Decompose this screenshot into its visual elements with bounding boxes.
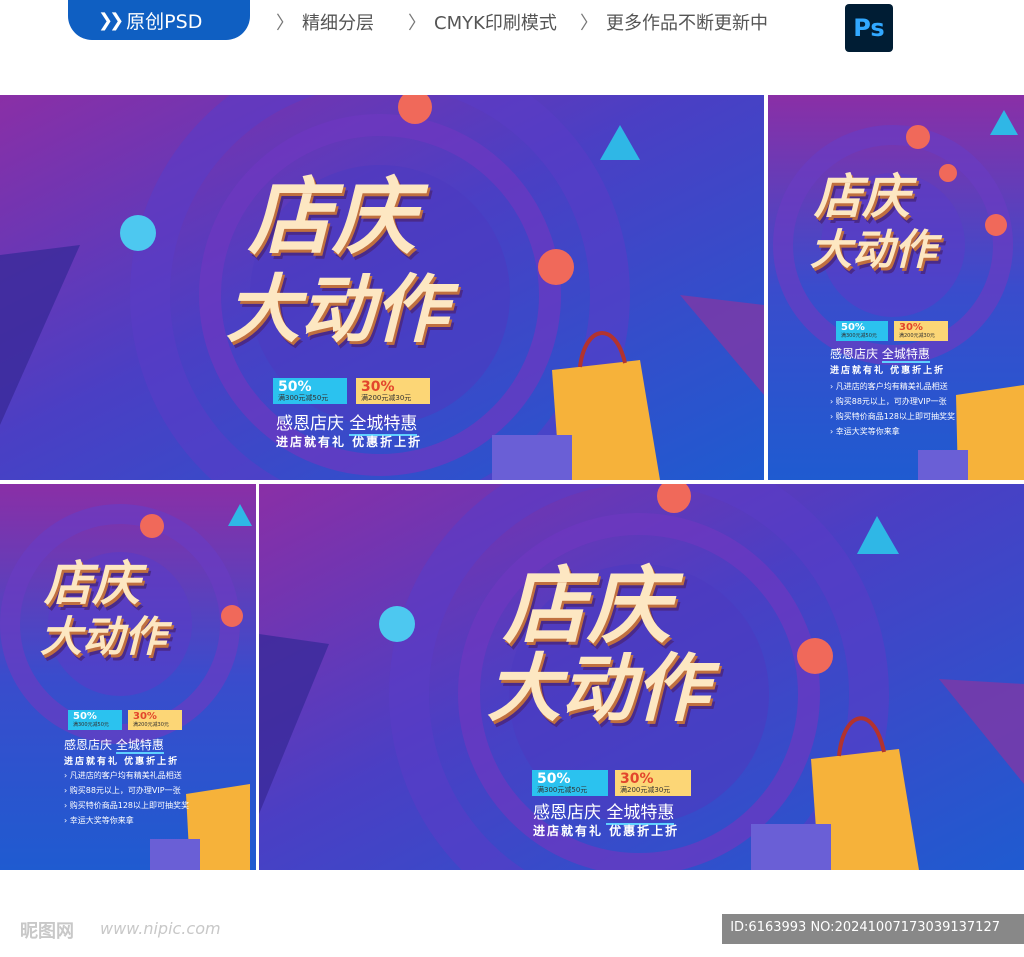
bullet-item: › 幸运大奖等你来拿 [830, 427, 900, 436]
coupon-pct: 50% [841, 322, 865, 333]
nipic-url: www.nipic.com [100, 919, 221, 938]
nipic-logo: 昵图网 [20, 921, 74, 942]
subline: 进店就有礼 优惠折上折 [533, 824, 680, 838]
coupon-text: 满200元减30元 [899, 332, 935, 339]
coupon-50: 50% 满300元减50元 [532, 770, 608, 797]
coupon-pct: 50% [537, 771, 571, 787]
poster-landscape-2: 店庆 大动作 50% 满300元减50元 30% 满200元减30元 感恩店庆 … [259, 484, 1024, 870]
top-banner: ❯❯ 原创PSD 〉 精细分层 〉 CMYK印刷模式 〉 更多作品不断更新中 P… [0, 0, 1024, 60]
feature-cmyk: 〉 CMYK印刷模式 [408, 9, 557, 35]
bullet-item: › 购买88元以上，可办理VIP一张 [830, 397, 947, 406]
coupon-text: 满200元减30元 [133, 721, 169, 728]
title-line1: 店庆 [503, 557, 672, 655]
coupon-text: 满300元减50元 [841, 332, 877, 339]
slogan-a: 感恩店庆 [276, 414, 344, 434]
bullet-item: › 凡进店的客户均有精美礼品相送 [64, 771, 182, 780]
coupon-50: 50% 满300元减50元 [836, 321, 888, 341]
title-line2: 大动作 [487, 646, 709, 732]
bullet-item: › 凡进店的客户均有精美礼品相送 [830, 382, 948, 391]
title-line2: 大动作 [40, 612, 167, 661]
title-line2: 大动作 [226, 267, 448, 353]
chevron-right-icon: 〉 [408, 13, 426, 34]
coupon-text: 满300元减50元 [537, 785, 588, 794]
title-line1: 店庆 [814, 169, 911, 225]
image-id-label: ID:6163993 NO:20241007173039137127 [722, 914, 1024, 944]
slogan: 感恩店庆 全城特惠 [64, 736, 164, 754]
coupon-30: 30% 满200元减30元 [615, 770, 691, 797]
bullet-item: › 购买特价商品128以上即可抽奖奖 [830, 412, 956, 421]
feature-label: 精细分层 [302, 13, 374, 34]
slogan: 感恩店庆 全城特惠 [276, 409, 418, 436]
slogan-a: 感恩店庆 [533, 803, 601, 823]
slogan-a: 感恩店庆 [64, 738, 113, 752]
bullet-item: › 幸运大奖等你来拿 [64, 816, 134, 825]
coupon-pct: 30% [361, 379, 395, 395]
coupon-text: 满300元减50元 [73, 721, 109, 728]
chevron-right-icon: 〉 [276, 13, 294, 34]
coupon-pct: 30% [620, 771, 654, 787]
coupon-pct: 50% [73, 711, 97, 722]
title-line1: 店庆 [248, 168, 417, 266]
feature-more: 〉 更多作品不断更新中 [580, 9, 768, 35]
bullet-item: › 购买特价商品128以上即可抽奖奖 [64, 801, 190, 810]
coupon-pct: 30% [133, 711, 157, 722]
title-line2: 大动作 [810, 225, 937, 274]
coupon-30: 30% 满200元减30元 [356, 378, 430, 405]
poster-portrait-2: 店庆 大动作 50% 满300元减50元 30% 满200元减30元 感恩店庆 … [0, 484, 256, 870]
coupon-pct: 30% [899, 322, 923, 333]
poster-portrait-1: 店庆 大动作 50% 满300元减50元 30% 满200元减30元 感恩店庆 … [768, 95, 1024, 480]
coupon-50: 50% 满300元减50元 [273, 378, 347, 405]
coupon-text: 满200元减30元 [361, 393, 412, 402]
subline: 进店就有礼 优惠折上折 [830, 366, 946, 376]
coupon-50: 50% 满300元减50元 [68, 710, 122, 730]
title-line1: 店庆 [44, 556, 141, 612]
poster-landscape-1: 店庆 大动作 50% 满300元减50元 30% 满200元减30元 感恩店庆 … [0, 95, 764, 480]
coupon-30: 30% 满200元减30元 [128, 710, 182, 730]
double-chevron-icon: ❯❯ [98, 9, 124, 31]
chevron-right-icon: 〉 [580, 13, 598, 34]
badge-label: 原创PSD [126, 10, 203, 33]
photoshop-icon: Ps [845, 4, 893, 52]
coupon-pct: 50% [278, 379, 312, 395]
subline: 进店就有礼 优惠折上折 [64, 757, 180, 767]
coupon-30: 30% 满200元减30元 [894, 321, 948, 341]
feature-label: CMYK印刷模式 [434, 13, 557, 34]
feature-label: 更多作品不断更新中 [606, 13, 768, 34]
bullet-item: › 购买88元以上，可办理VIP一张 [64, 786, 181, 795]
feature-layered: 〉 精细分层 [276, 9, 374, 35]
slogan: 感恩店庆 全城特惠 [830, 345, 930, 363]
coupon-text: 满300元减50元 [278, 393, 329, 402]
bullet-list: › 凡进店的客户均有精美礼品相送 › 购买88元以上，可办理VIP一张 › 购买… [64, 768, 189, 828]
slogan-b: 全城特惠 [881, 347, 930, 363]
subline: 进店就有礼 优惠折上折 [276, 435, 423, 449]
original-psd-badge: ❯❯ 原创PSD [68, 0, 250, 40]
slogan-b: 全城特惠 [115, 738, 164, 754]
slogan-a: 感恩店庆 [830, 347, 879, 361]
bullet-list: › 凡进店的客户均有精美礼品相送 › 购买88元以上，可办理VIP一张 › 购买… [830, 379, 955, 439]
slogan: 感恩店庆 全城特惠 [533, 798, 675, 825]
coupon-text: 满200元减30元 [620, 785, 671, 794]
